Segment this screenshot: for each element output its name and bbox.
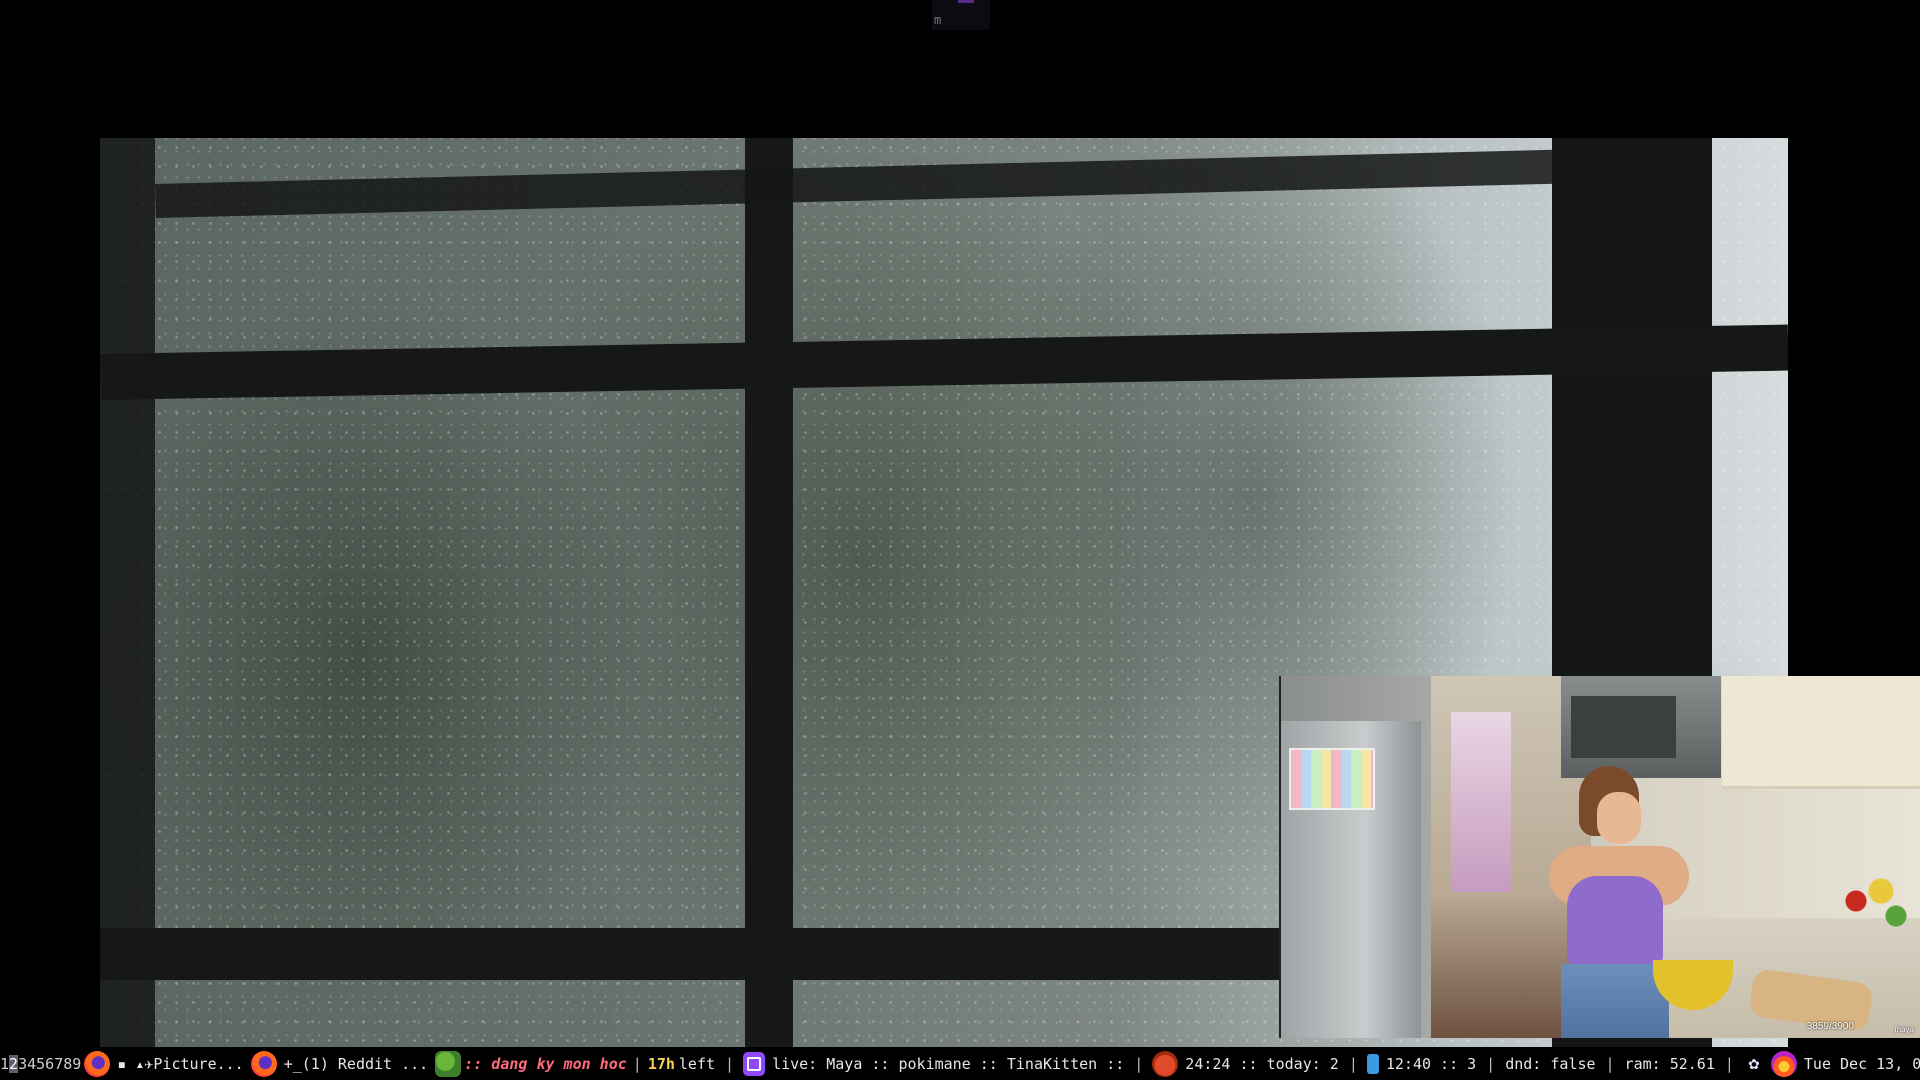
water-reminder[interactable]: 12:40 :: 3 [1382,1055,1480,1073]
tomato-icon[interactable] [1152,1050,1179,1077]
pip-door [1451,712,1511,892]
workspace-8[interactable]: 8 [63,1055,72,1073]
pepe-icon [435,1050,462,1077]
window-title-reddit[interactable]: +_(1) Reddit ... [280,1055,433,1073]
separator: | [1348,1054,1358,1073]
top-window-title: m [932,0,990,30]
title-accent [958,0,974,3]
pip-view-count: 3859/3900 [1806,1021,1854,1032]
separator: | [632,1054,642,1073]
picture-in-picture-player[interactable]: 3859/3900 maya [1279,676,1920,1038]
water-bottle-icon[interactable] [1366,1053,1379,1074]
paw-icon[interactable]: ✿ [1743,1051,1765,1077]
window-mullion-center [745,138,793,1048]
top-window-title-text: m [934,13,942,27]
separator: | [1605,1054,1615,1073]
twitch-live-list[interactable]: live: Maya :: pokimane :: TinaKitten :: [768,1055,1128,1073]
pip-calendar [1289,748,1375,810]
separator: | [725,1054,735,1073]
fire-icon[interactable] [1770,1050,1797,1077]
motd-text: :: dang ky mon hoc [464,1054,627,1073]
firefox-icon[interactable] [84,1050,111,1077]
pip-microwave-door [1571,696,1676,758]
workspace-9[interactable]: 9 [72,1055,81,1073]
separator: | [1486,1054,1496,1073]
separator: | [1134,1054,1144,1073]
pip-vegetables [1836,861,1916,931]
clock-datetime[interactable]: Tue Dec 13, 01:41 [1800,1055,1920,1073]
ram-usage: ram: 52.61 [1624,1054,1715,1073]
pomodoro-timer[interactable]: 24:24 :: today: 2 [1181,1055,1343,1073]
separator: | [1724,1054,1734,1073]
workspace-6[interactable]: 6 [45,1055,54,1073]
workspace-7[interactable]: 7 [54,1055,63,1073]
window-frame-left [100,138,155,1048]
desktop: m 3859/3900 maya 1 2 3 4 5 6 7 8 9 ▪ ▴✈P… [0,0,1920,1080]
window-title-picture[interactable]: ▪ ▴✈Picture... [113,1055,247,1073]
firefox-icon[interactable] [250,1050,277,1077]
pip-streamer-top [1567,876,1663,966]
dnd-status[interactable]: dnd: false [1501,1055,1599,1073]
status-bar: 1 2 3 4 5 6 7 8 9 ▪ ▴✈Picture... +_(1) R… [0,1047,1920,1080]
pip-microwave [1561,676,1721,778]
time-left-value: 17h [647,1054,675,1073]
workspace-1[interactable]: 1 [0,1055,9,1073]
workspace-4[interactable]: 4 [27,1055,36,1073]
workspace-5[interactable]: 5 [36,1055,45,1073]
pip-cabinets [1722,676,1920,789]
twitch-icon[interactable] [743,1051,766,1076]
workspace-2[interactable]: 2 [9,1054,19,1073]
workspace-3[interactable]: 3 [18,1055,27,1073]
time-left-label: left [678,1054,716,1073]
pip-watermark: maya [1894,1025,1914,1034]
pip-streamer-face [1597,792,1641,844]
